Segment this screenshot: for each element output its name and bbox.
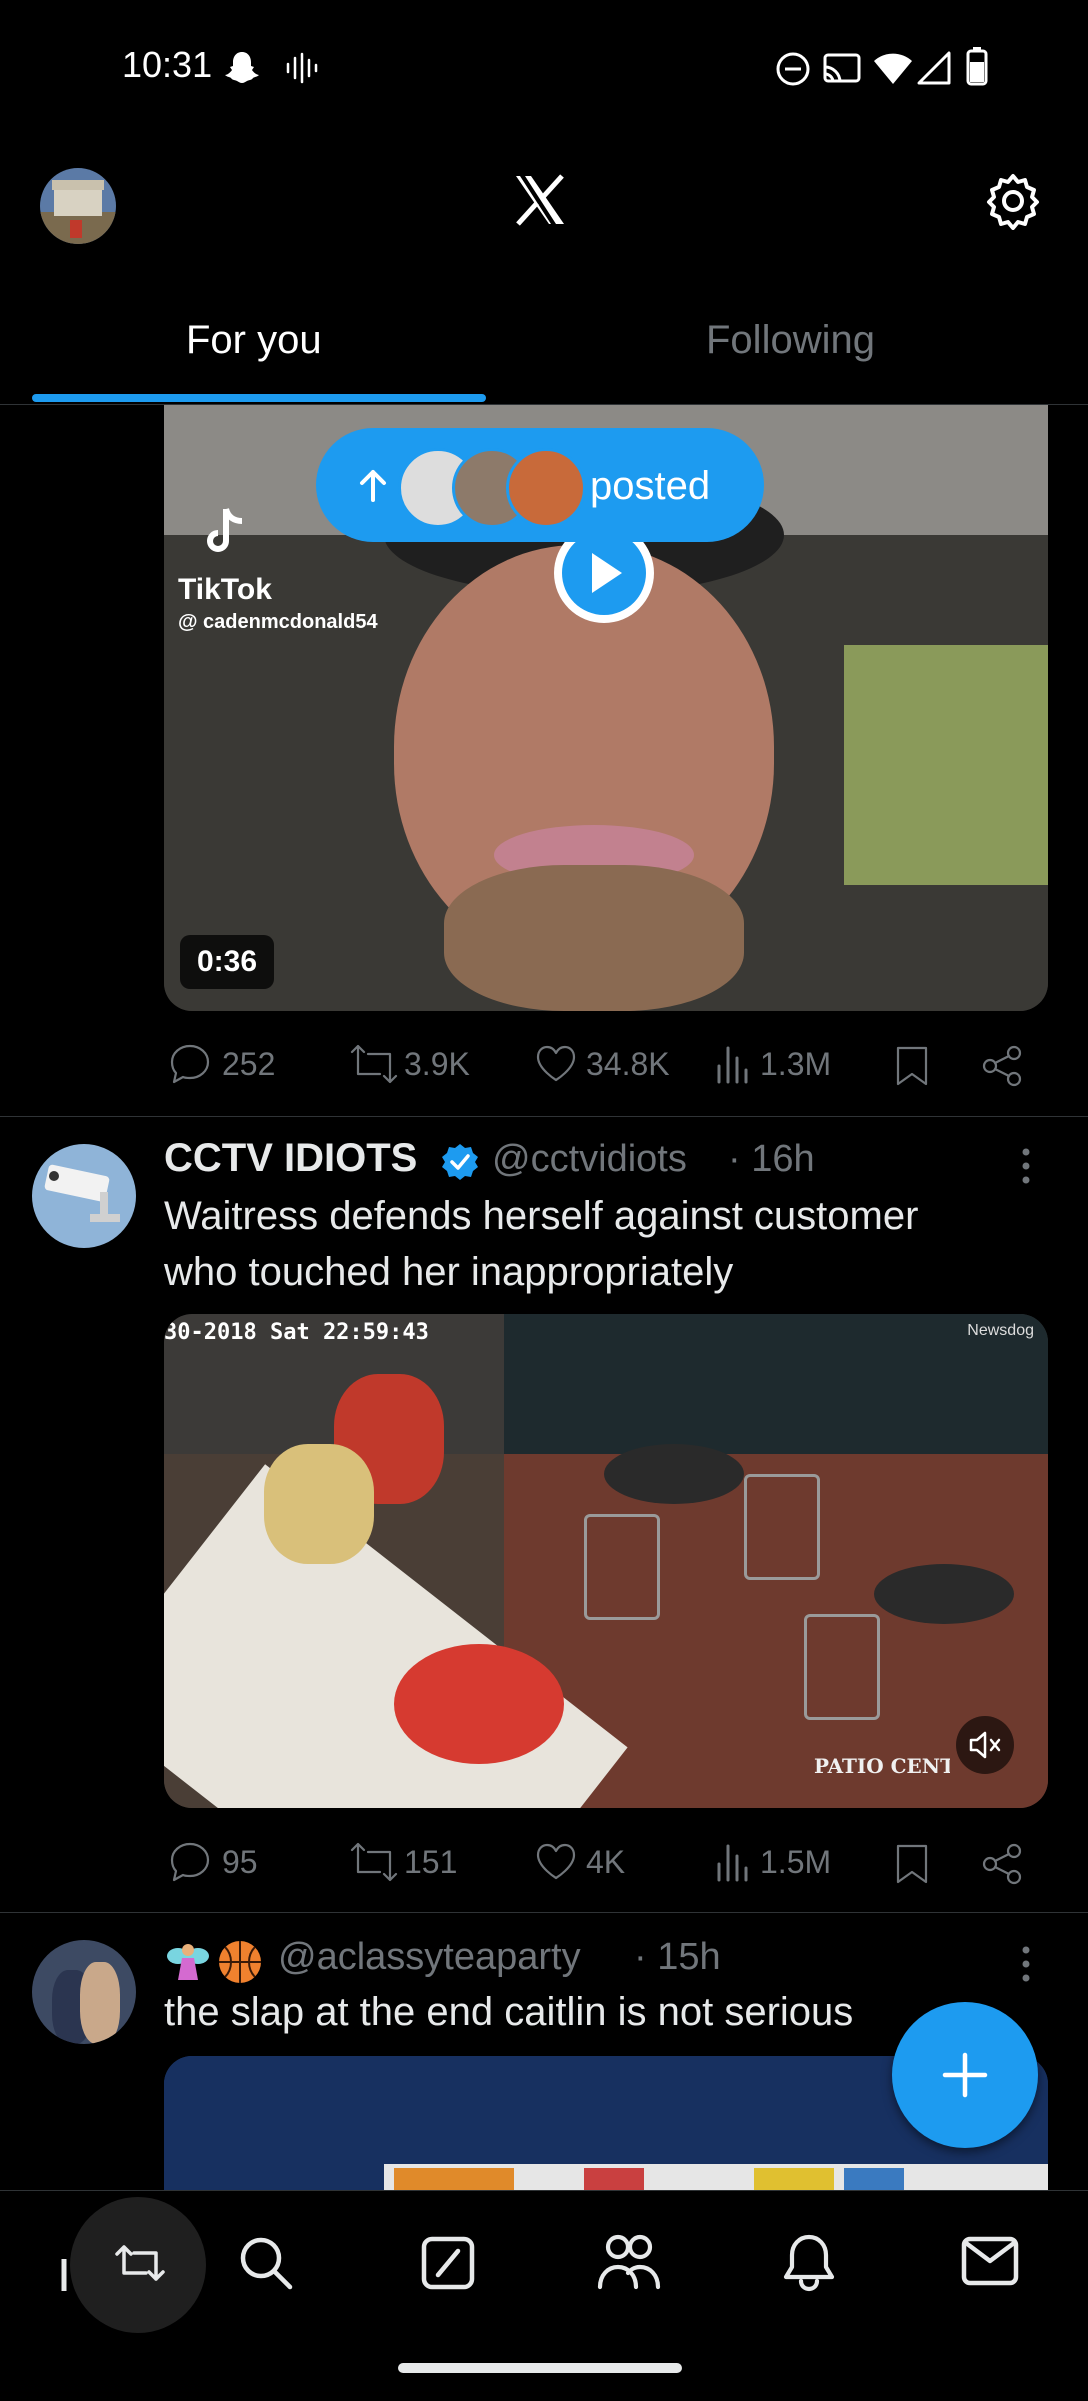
cast-icon [823,53,861,83]
play-icon [592,553,622,593]
tweet2-action-row: 95 151 4K 1.5M [164,1834,1048,1890]
do-not-disturb-icon [776,52,810,86]
tab-following[interactable]: Following [706,318,875,363]
repost-count: 151 [404,1844,458,1880]
video-sign-text: PATIO CENTER [814,1754,950,1778]
tweet2-video[interactable]: 30-2018 Sat 22:59:43 Newsdog PATIO CENTE… [164,1314,1048,1808]
gesture-home-indicator[interactable] [398,2363,682,2373]
share-icon[interactable] [980,1044,1024,1088]
tweet-divider [0,1116,1088,1117]
compose-button[interactable] [892,2002,1038,2148]
tab-for-you[interactable]: For you [186,318,322,363]
views-count: 1.5M [760,1844,832,1880]
tiktok-logo-icon [207,508,243,552]
snapchat-icon [225,52,259,83]
new-posts-label: posted [590,464,711,508]
x-logo-icon[interactable] [512,172,568,228]
views-count: 1.3M [760,1046,832,1082]
profile-avatar[interactable] [40,168,116,244]
repost-icon [350,1842,398,1882]
tweet2-text-line: Waitress defends herself against custome… [164,1194,919,1238]
notifications-bell-icon[interactable] [780,2231,838,2295]
search-icon[interactable] [236,2233,296,2293]
tweet2-time: · 16h [728,1138,815,1180]
status-time: 10:31 [122,44,213,85]
home-icon [61,2259,67,2291]
fairy-emoji-icon [167,1944,209,1980]
reply-count: 95 [222,1844,258,1880]
tweet3-text: the slap at the end caitlin is not serio… [164,1990,854,2034]
basketball-emoji-icon [219,1941,261,1983]
poster-avatar [506,448,586,528]
verified-badge-icon [442,1144,478,1180]
views-icon [717,1844,748,1882]
more-options-icon[interactable] [1016,1944,1036,1984]
tweet2-handle[interactable]: @cctvidiots [492,1138,687,1181]
tweet1-action-row: 252 3.9K 34.8K 1.3M [164,1036,1048,1092]
communities-icon[interactable] [596,2231,662,2293]
views-icon [717,1046,748,1084]
plus-icon [942,2052,988,2098]
more-options-icon[interactable] [1016,1146,1036,1186]
active-tab-indicator [32,394,486,402]
gear-icon[interactable] [984,172,1042,230]
like-count: 34.8K [586,1046,670,1082]
tweet3-handle[interactable]: @aclassyteaparty [278,1936,581,1979]
repost-icon [115,2245,165,2281]
tweet2-avatar[interactable] [32,1144,136,1248]
tiktok-label: TikTok [178,573,272,606]
wifi-icon [874,53,912,84]
status-bar: 10:31 [0,0,1088,140]
voice-activity-icon [286,52,318,84]
tweet2-header: CCTV IDIOTS @cctvidiots · 16h [164,1136,1034,1196]
cctv-camera-icon [44,1164,120,1222]
battery-icon [966,47,988,86]
tweet3-avatar[interactable] [32,1940,136,2044]
heart-icon [536,1843,576,1880]
new-posts-pill[interactable]: posted [316,428,764,542]
like-count: 4K [586,1844,626,1880]
tweet2-author-name[interactable]: CCTV IDIOTS [164,1136,417,1181]
heart-icon [536,1045,576,1082]
tweet2-text-line: who touched her inappropriately [164,1250,734,1294]
reply-count: 252 [222,1046,276,1082]
video-timestamp: 30-2018 Sat 22:59:43 [164,1320,429,1345]
tweet3-time: · 15h [634,1936,721,1978]
tiktok-username: @ cadenmcdonald54 [178,611,378,633]
arrow-up-icon [360,470,386,502]
tweet2-text: Waitress defends herself against custome… [164,1188,1034,1300]
bookmark-icon[interactable] [892,1044,932,1088]
tweet-divider [0,1912,1088,1913]
bookmark-icon[interactable] [892,1842,932,1886]
cell-signal-icon [917,51,951,85]
video-watermark: Newsdog [967,1322,1034,1339]
grok-icon[interactable] [418,2233,478,2293]
reply-icon [170,1842,210,1882]
repost-count: 3.9K [404,1046,470,1082]
mute-button[interactable] [956,1716,1014,1774]
repost-icon [350,1044,398,1084]
share-icon[interactable] [980,1842,1024,1886]
reply-icon [170,1044,210,1084]
video-duration: 0:36 [180,935,274,989]
muted-speaker-icon [969,1731,1001,1759]
messages-envelope-icon[interactable] [960,2235,1020,2287]
nav-home[interactable] [61,2197,206,2333]
